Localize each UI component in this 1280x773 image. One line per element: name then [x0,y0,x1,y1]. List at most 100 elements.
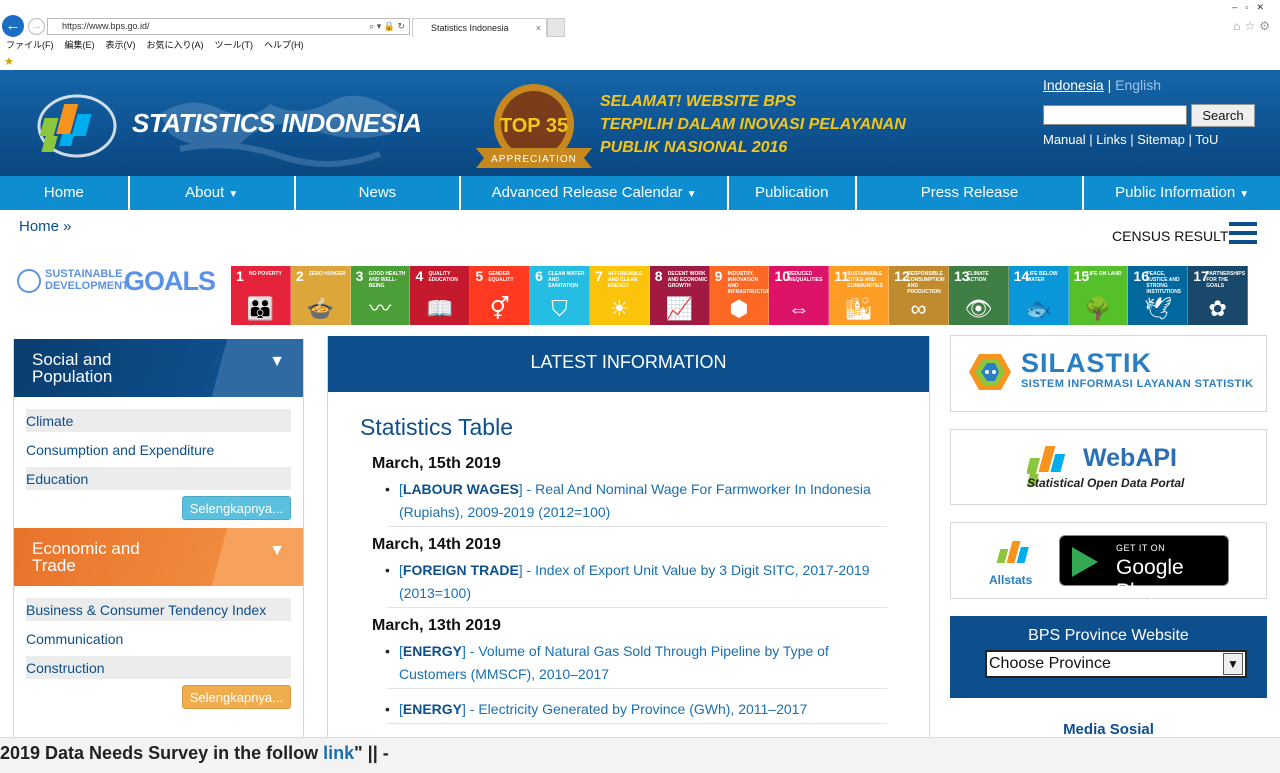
silastik-banner[interactable]: SILASTIK SISTEM INFORMASI LAYANAN STATIS… [950,335,1267,412]
triangle-down-icon[interactable]: ▼ [269,353,285,370]
sdg-goal-tile[interactable]: 1 NO POVERTY 👪 [231,266,291,325]
award-text: SELAMAT! WEBSITE BPS TERPILIH DALAM INOV… [600,90,906,159]
nav-item[interactable]: Press Release [857,176,1085,210]
address-bar[interactable]: https://www.bps.go.id/ ⌕ ▾ 🔒 ↻ [47,18,410,35]
breadcrumb[interactable]: Home » [19,218,72,235]
google-play-label: Google Play [1116,556,1184,603]
statistics-table-link[interactable]: [ENERGY] - Volume of Natural Gas Sold Th… [385,640,887,689]
sdg-goal-tile[interactable]: 11 SUSTAINABLE CITIES AND COMMUNITIES 🏙 [829,266,890,325]
category-item-business[interactable]: Business & Consumer Tendency Index [26,598,291,621]
category-item-construction[interactable]: Construction [26,656,291,679]
sdg-tiles: 1 NO POVERTY 👪 2 ZERO HUNGER 🍲 3 GOOD HEALTH AN… [231,266,1249,325]
sdg-goal-tile[interactable]: 4 QUALITY EDUCATION 📖 [410,266,471,325]
sdg-goal-text: PARTNERSHIPS FOR THE GOALS [1206,271,1246,289]
menu-item[interactable]: 編集(E) [65,38,95,51]
menu-item[interactable]: ヘルプ(H) [264,38,304,51]
sdg-goal-text: ZERO HUNGER [308,271,346,277]
sdg-goal-tile[interactable]: 15 LIFE ON LAND 🌳 [1068,266,1129,325]
category-item-climate[interactable]: Climate [26,409,291,432]
close-tab-icon[interactable]: × [536,19,541,37]
sdg-goal-tile[interactable]: 2 ZERO HUNGER 🍲 [290,266,351,325]
toolbar-icons[interactable]: ⌂☆⚙ [1233,19,1274,33]
site-brand[interactable]: STATISTICS INDONESIA [132,108,422,139]
lang-separator: | [1107,77,1112,93]
category-social-population[interactable]: Social and Population ▼ [14,339,303,397]
back-button[interactable]: ← [2,15,24,37]
province-select[interactable]: Choose Province ▼ [985,650,1247,678]
sdg-goal-icon: ☀ [609,296,630,321]
sdg-goal-icon: 🏙 [844,296,873,321]
search-button[interactable]: Search [1191,104,1255,127]
more-button[interactable]: Selengkapnya... [181,496,291,520]
caret-down-icon: ▼ [228,189,239,200]
nav-item[interactable]: Home [0,176,130,210]
ticker-link[interactable]: link [323,743,354,763]
tab-title: Statistics Indonesia [431,23,509,33]
menu-item[interactable]: ファイル(F) [6,38,54,51]
category-item-communication[interactable]: Communication [26,627,291,650]
sdg-logo[interactable]: SUSTAINABLE DEVELOPMENT GOALS [17,266,216,296]
sdg-goal-icon: 〰 [369,296,392,321]
sdg-goal-tile[interactable]: 8 DECENT WORK AND ECONOMIC GROWTH 📈 [649,266,710,325]
right-sidebar: SILASTIK SISTEM INFORMASI LAYANAN STATIS… [950,335,1267,738]
sdg-goal-tile[interactable]: 12 RESPONSIBLE CONSUMPTION AND PRODUCTION… [889,266,949,325]
sdg-goal-tile[interactable]: 13 CLIMATE ACTION 👁 [948,266,1009,325]
utility-links[interactable]: Manual | Links | Sitemap | ToU [1043,132,1218,147]
nav-item[interactable]: Advanced Release Calendar ▼ [461,176,729,210]
search-input[interactable] [1043,105,1187,125]
google-play-button[interactable]: GET IT ON Google Play [1059,535,1229,603]
chevron-down-icon[interactable]: ▼ [1223,653,1243,675]
sdg-goal-text: AFFORDABLE AND CLEAN ENERGY [607,271,643,289]
nav-item[interactable]: Publication [729,176,857,210]
latest-information-panel: LATEST INFORMATION Statistics Table Marc… [327,336,930,759]
hamburger-menu-icon[interactable] [1229,222,1257,244]
browser-tab[interactable]: Statistics Indonesia × [412,18,547,37]
bps-logo-icon[interactable] [36,90,118,162]
silastik-subtitle: SISTEM INFORMASI LAYANAN STATISTIK [1021,378,1254,390]
sdg-goal-tile[interactable]: 17 PARTNERSHIPS FOR THE GOALS ✿ [1188,266,1249,325]
ticker-text: 2019 Data Needs Survey in the follow [0,743,324,763]
sdg-goal-tile[interactable]: 9 INDUSTRY, INNOVATION AND INFRASTRUCTURE… [709,266,774,325]
statistics-table-link[interactable]: [ENERGY] - Electricity Generated by Prov… [385,698,887,724]
main-nav: Home About ▼ News Advanced Release Calendar ▼… [0,176,1280,210]
release-date: March, 14th 2019 [372,536,501,553]
allstats-logo[interactable]: Allstats [987,539,1045,587]
nav-item[interactable]: News [296,176,462,210]
nav-item[interactable]: Public Information ▼ [1084,176,1280,210]
province-select-value: Choose Province [989,655,1111,672]
census-result-link[interactable]: CENSUS RESULT [1112,228,1228,244]
sdg-goal-tile[interactable]: 3 GOOD HEALTH AND WELL-BEING 〰 [350,266,411,325]
statistics-table-link[interactable]: [FOREIGN TRADE] - Index of Export Unit V… [385,559,887,608]
statistics-table-link[interactable]: [LABOUR WAGES] - Real And Nominal Wage F… [385,478,887,527]
menu-item[interactable]: お気に入り(A) [147,38,204,51]
address-controls[interactable]: ⌕ ▾ 🔒 ↻ [369,19,405,34]
sdg-goal-tile[interactable]: 6 CLEAN WATER AND SANITATION ⛉ [530,266,590,325]
menu-item[interactable]: 表示(V) [106,38,136,51]
sdg-goal-tile[interactable]: 7 AFFORDABLE AND CLEAN ENERGY ☀ [589,266,650,325]
triangle-down-icon[interactable]: ▼ [269,542,285,559]
forward-button[interactable]: → [28,18,45,35]
sdg-goal-tile[interactable]: 16 PEACE, JUSTICE AND STRONG INSTITUTIONS… [1128,266,1189,325]
category-item-education[interactable]: Education [26,467,291,490]
sdg-goal-tile[interactable]: 14 LIFE BELOW WATER 🐟 [1008,266,1069,325]
new-tab-button[interactable] [547,18,565,37]
more-button[interactable]: Selengkapnya... [181,685,291,709]
category-item-consumption[interactable]: Consumption and Expenditure [26,438,291,461]
menu-item[interactable]: ツール(T) [215,38,254,51]
allstats-app-banner[interactable]: Allstats GET IT ON Google Play [950,522,1267,603]
lang-indonesia-link[interactable]: Indonesia [1043,77,1104,93]
sdg-goal-text: QUALITY EDUCATION [428,271,458,283]
favorites-star-icon[interactable]: ★ [4,55,14,68]
sdg-goal-tile[interactable]: 5 GENDER EQUALITY ⚥ [470,266,531,325]
window-controls[interactable]: –▫✕ [1232,2,1272,13]
webapi-banner[interactable]: WebAPI Statistical Open Data Portal [950,429,1267,505]
nav-item[interactable]: About ▼ [130,176,296,210]
sdg-goal-tile[interactable]: 10 REDUCED INEQUALITIES ⇔ [769,266,830,325]
category-economic-trade[interactable]: Economic and Trade ▼ [14,528,303,586]
sdg-goal-text: LIFE ON LAND [1086,271,1122,277]
sdg-goal-text: INDUSTRY, INNOVATION AND INFRASTRUCTURE [727,271,774,295]
lang-english-link[interactable]: English [1115,77,1161,93]
statistics-table-title[interactable]: Statistics Table [360,414,899,441]
nav-item-label: Publication [755,184,829,201]
award-line-2: TERPILIH DALAM INOVASI PELAYANAN [600,116,906,133]
